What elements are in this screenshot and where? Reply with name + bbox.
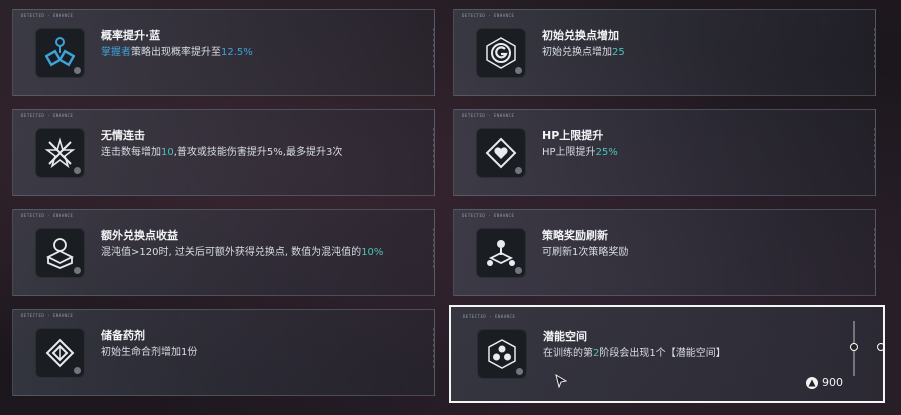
network-icon [476, 228, 526, 278]
potion-icon [35, 328, 85, 378]
cost-value: 900 [822, 376, 843, 389]
card-tag: DETECTED · ENHANCE [21, 13, 74, 18]
perk-title: 储备药剂 [101, 329, 145, 342]
perk-description: 掌握者策略出现概率提升至12.5% [101, 47, 253, 58]
perk-title: 额外兑换点收益 [101, 229, 178, 242]
perk-card-initial-points[interactable]: DETECTED · ENHANCE 初始兑换点增加 初始兑换点增加25 [453, 9, 876, 96]
perk-description: 初始兑换点增加25 [542, 47, 625, 58]
perk-title: 无情连击 [101, 129, 145, 142]
g-coin-icon [476, 28, 526, 78]
perk-card-relentless-combo[interactable]: DETECTED · ENHANCE 无情连击 连击数每增加10,普攻或技能伤害… [12, 109, 435, 196]
perk-title: 潜能空间 [543, 330, 587, 343]
perk-description: 可刷新1次策略奖励 [542, 247, 629, 258]
card-tag: DETECTED · ENHANCE [21, 213, 74, 218]
perk-card-hp-up[interactable]: DETECTED · ENHANCE HP上限提升 HP上限提升25% [453, 109, 876, 196]
perk-card-reward-refresh[interactable]: DETECTED · ENHANCE 策略奖励刷新 可刷新1次策略奖励 [453, 209, 876, 296]
perk-card-reserve-potion[interactable]: DETECTED · ENHANCE 储备药剂 初始生命合剂增加1份 [12, 309, 435, 396]
heart-diamond-icon [476, 128, 526, 178]
perk-title: 策略奖励刷新 [542, 229, 608, 242]
box-coin-icon [35, 228, 85, 278]
mouse-cursor-icon [555, 373, 568, 392]
perk-description: 混沌值>120时, 过关后可额外获得兑换点, 数值为混沌值的10% [101, 247, 384, 258]
currency-icon [806, 376, 818, 389]
perk-card-probability-blue[interactable]: DETECTED · ENHANCE 概率提升·蓝 掌握者策略出现概率提升至12… [12, 9, 435, 96]
scroll-indicator [877, 343, 885, 351]
perk-description: 初始生命合剂增加1份 [101, 347, 198, 358]
scroll-slider[interactable] [850, 321, 858, 376]
perk-card-extra-points[interactable]: DETECTED · ENHANCE 额外兑换点收益 混沌值>120时, 过关后… [12, 209, 435, 296]
slider-knob[interactable] [850, 343, 858, 351]
card-tag: DETECTED · ENHANCE [462, 213, 515, 218]
card-tag: DETECTED · ENHANCE [463, 314, 516, 319]
perk-description: 连击数每增加10,普攻或技能伤害提升5%,最多提升3次 [101, 147, 343, 158]
perk-title: HP上限提升 [542, 129, 604, 142]
crossed-stars-icon [35, 128, 85, 178]
perk-description: 在训练的第2阶段会出现1个【潜能空间】 [543, 348, 726, 359]
perk-title: 初始兑换点增加 [542, 29, 619, 42]
hex-cluster-icon [477, 329, 527, 379]
card-tag: DETECTED · ENHANCE [462, 113, 515, 118]
card-tag: DETECTED · ENHANCE [21, 313, 74, 318]
card-tag: DETECTED · ENHANCE [21, 113, 74, 118]
molecule-icon [35, 28, 85, 78]
perk-description: HP上限提升25% [542, 147, 618, 158]
cost-display: 900 [806, 376, 843, 389]
perk-title: 概率提升·蓝 [101, 29, 161, 42]
card-tag: DETECTED · ENHANCE [462, 13, 515, 18]
perk-card-potential-space[interactable]: DETECTED · ENHANCE 潜能空间 在训练的第2阶段会出现1个【潜能… [449, 305, 885, 403]
